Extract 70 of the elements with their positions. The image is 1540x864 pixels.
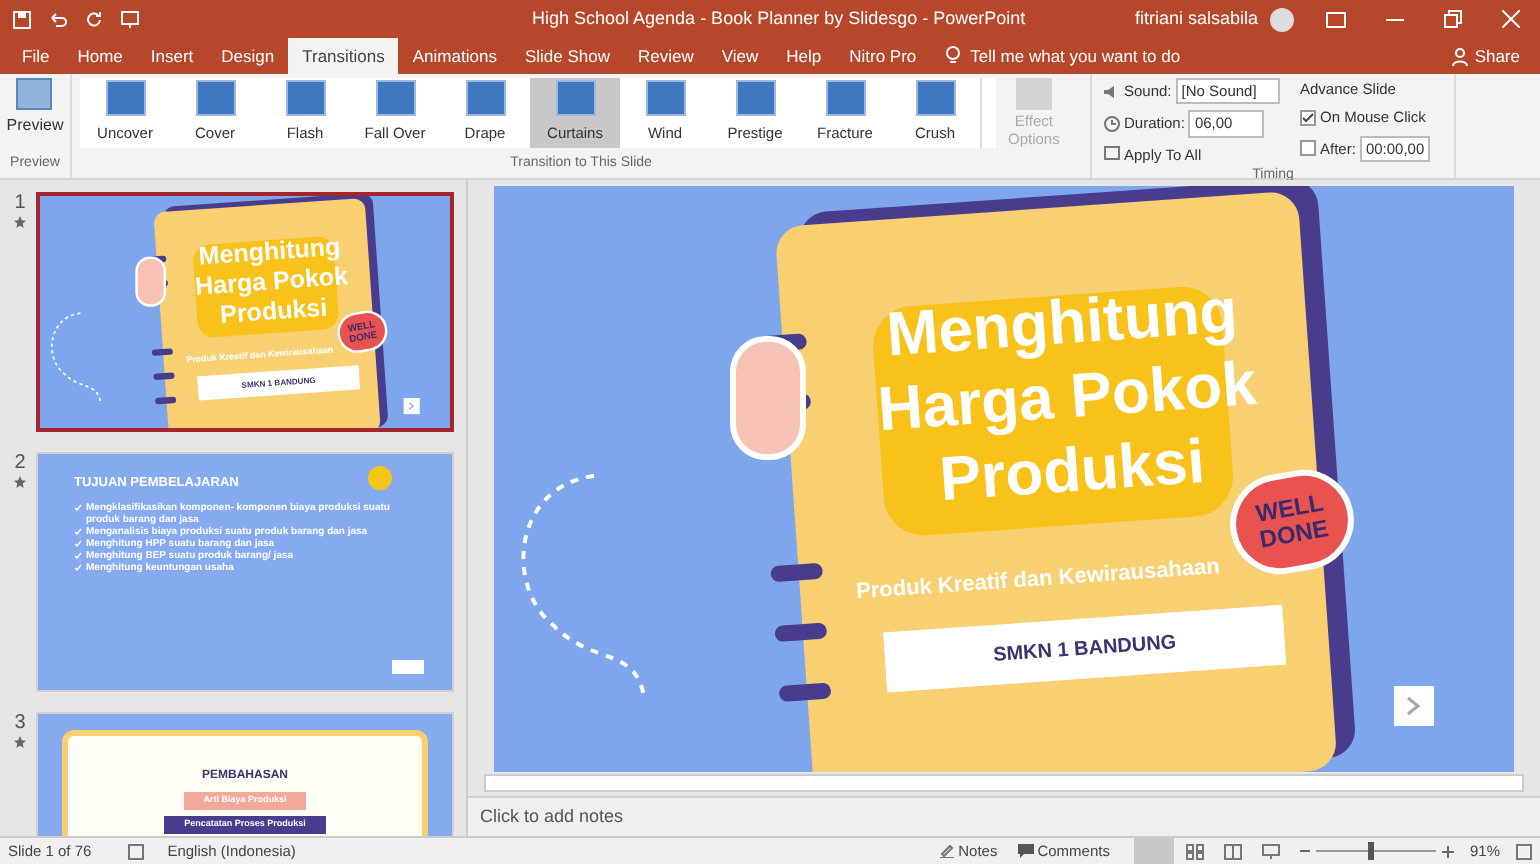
next-arrow-icon	[403, 398, 420, 415]
transition-star-icon	[14, 476, 26, 488]
close-icon[interactable]	[1502, 10, 1520, 28]
spiral-ring	[151, 348, 173, 357]
transition-effect-icon	[645, 80, 685, 117]
slideshow-icon[interactable]	[1261, 843, 1280, 859]
preview-button[interactable]: Preview	[6, 74, 64, 138]
transition-effect-icon	[555, 80, 595, 117]
fit-to-window-icon[interactable]	[1516, 843, 1532, 859]
transition-effect-icon	[195, 80, 235, 117]
save-icon[interactable]	[12, 9, 32, 29]
ribbon-tab[interactable]: View	[707, 38, 773, 74]
notes-icon	[940, 844, 955, 858]
checkbox[interactable]	[1300, 109, 1316, 126]
spiral-ring	[770, 562, 824, 583]
notes-placeholder: Click to add notes	[480, 803, 624, 830]
share-button[interactable]: Share	[1440, 38, 1532, 74]
slideshow-icon[interactable]	[120, 9, 140, 29]
gallery-scrollbar[interactable]	[980, 78, 996, 148]
zoom-in-icon[interactable]	[1441, 845, 1454, 857]
slide-number: 3	[14, 712, 26, 736]
transition-effect-icon	[825, 80, 865, 117]
ribbon-tab[interactable]: Transitions	[288, 38, 399, 74]
tell-me-search[interactable]: Tell me what you want to do	[970, 43, 1181, 69]
transition-effect-icon	[735, 80, 775, 117]
check-icon	[74, 503, 82, 512]
slide-number: 2	[14, 452, 26, 476]
transition-star-icon	[14, 736, 26, 748]
reading-view-icon[interactable]	[1223, 843, 1242, 859]
preview-icon	[16, 78, 53, 110]
dashed-curve-drawing	[48, 309, 105, 407]
ribbon-tab[interactable]: File	[8, 38, 64, 74]
transition-effect-icon	[285, 80, 325, 117]
notes-pane[interactable]: Click to add notes	[468, 796, 1540, 836]
restore-icon[interactable]	[1444, 10, 1462, 28]
apply-icon	[1104, 146, 1120, 163]
checkbox[interactable]	[1300, 140, 1316, 157]
transition-effect-icon	[375, 80, 415, 117]
school-name: SMKN 1 BANDUNG	[992, 629, 1178, 670]
zoom-slider-thumb[interactable]	[1367, 842, 1374, 860]
lightbulb-icon	[946, 46, 961, 66]
person-icon	[1452, 47, 1469, 65]
slide-subtitle: Produk Kreatif dan Kewirausahaan	[855, 553, 1221, 609]
window-title: High School Agenda - Book Planner by Slidesgo - PowerPoint	[532, 5, 1028, 32]
ribbon-tab[interactable]: Review	[623, 38, 708, 74]
slide-number: 1	[14, 192, 26, 216]
minimize-icon[interactable]	[1386, 17, 1404, 21]
user-name: fitriani salsabila	[1134, 5, 1258, 32]
ribbon-tab[interactable]: Nitro Pro	[835, 38, 931, 74]
spiral-ring	[153, 372, 175, 381]
clock-icon	[1104, 115, 1120, 132]
comment-icon	[1017, 844, 1034, 858]
ribbon-tab[interactable]: Help	[772, 38, 836, 74]
transition-effect-icon	[465, 80, 505, 117]
ribbon-tab[interactable]: Slide Show	[510, 38, 624, 74]
ribbon-display-icon[interactable]	[1326, 11, 1346, 27]
ribbon-tab[interactable]: Insert	[136, 38, 208, 74]
ribbon-tab[interactable]: Animations	[398, 38, 511, 74]
spiral-ring	[154, 396, 177, 405]
speaker-icon	[1104, 83, 1120, 100]
transition-effect-icon	[105, 80, 145, 117]
horizontal-scrollbar[interactable]	[484, 774, 1524, 792]
transition-effect-icon	[915, 80, 955, 117]
ribbon-tab[interactable]: Design	[207, 38, 289, 74]
avatar-icon[interactable]	[1270, 7, 1294, 31]
slide-sorter-icon[interactable]	[1185, 843, 1204, 859]
transition-star-icon	[14, 216, 26, 228]
undo-icon[interactable]	[48, 9, 68, 29]
ribbon-tab[interactable]: Home	[63, 38, 137, 74]
redo-icon[interactable]	[84, 9, 104, 29]
